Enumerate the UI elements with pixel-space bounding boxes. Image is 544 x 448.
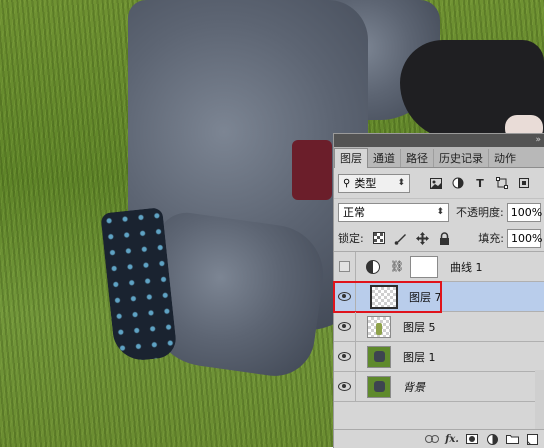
filter-kind-select[interactable]: ⚲ 类型 ⬍ — [338, 173, 410, 193]
layer-thumbnail[interactable] — [370, 284, 398, 309]
tab-history[interactable]: 历史记录 — [434, 149, 489, 167]
filter-kind-label: 类型 — [354, 177, 377, 190]
text-filter-icon[interactable]: T — [472, 175, 488, 191]
panel-tabs: 图层 通道 路径 历史记录 动作 — [334, 147, 544, 168]
image-filter-icon[interactable] — [428, 175, 444, 191]
lock-image-pixels-icon[interactable] — [394, 231, 408, 245]
fill-value: 100% — [511, 231, 543, 245]
lock-row: 锁定: 填充: 100% — [334, 225, 544, 252]
layers-panel: » 图层 通道 路径 历史记录 动作 ⚲ 类型 ⬍ T 正常 ⬍ 不透明度: 1… — [333, 133, 544, 448]
lock-transparent-pixels-icon[interactable] — [372, 231, 386, 245]
search-icon: ⚲ — [343, 177, 351, 189]
opacity-label: 不透明度: — [456, 206, 504, 219]
layer-name: 图层 1 — [403, 350, 436, 364]
layers-list: ⛓ 曲线 1 图层 7 图层 5 图层 1 背景 — [333, 252, 544, 402]
lock-label: 锁定: — [338, 232, 364, 245]
tab-layers[interactable]: 图层 — [334, 148, 368, 168]
visibility-toggle[interactable] — [334, 342, 356, 371]
blend-row: 正常 ⬍ 不透明度: 100% — [334, 199, 544, 225]
layer-name: 曲线 1 — [449, 260, 483, 274]
layer-name: 背景 — [403, 380, 425, 394]
layer-row-layer-7[interactable]: 图层 7 — [333, 281, 544, 313]
tab-channels[interactable]: 通道 — [368, 149, 401, 167]
lock-all-icon[interactable] — [438, 231, 452, 245]
visibility-toggle[interactable] — [334, 282, 356, 311]
new-group-icon[interactable] — [505, 433, 519, 445]
visibility-toggle[interactable] — [334, 372, 356, 401]
smart-object-filter-icon[interactable] — [516, 175, 532, 191]
visibility-toggle[interactable] — [334, 312, 356, 341]
layer-name: 图层 5 — [403, 320, 436, 334]
eye-icon — [338, 352, 351, 361]
new-layer-icon[interactable] — [525, 433, 539, 445]
layer-row-curves[interactable]: ⛓ 曲线 1 — [334, 252, 544, 282]
panel-titlebar[interactable]: » — [334, 134, 544, 147]
layer-thumbnail[interactable] — [367, 345, 391, 368]
eye-icon — [338, 292, 351, 301]
red-fabric — [292, 140, 332, 200]
link-layers-icon[interactable] — [425, 433, 439, 445]
panel-bottom-toolbar: fx. — [334, 429, 544, 448]
opacity-input[interactable]: 100% — [506, 202, 543, 222]
chevron-updown-icon: ⬍ — [436, 207, 444, 217]
layer-name: 图层 7 — [409, 290, 442, 304]
visibility-toggle[interactable] — [334, 252, 356, 281]
layer-row-layer-5[interactable]: 图层 5 — [334, 312, 544, 342]
shape-filter-icon[interactable] — [494, 175, 510, 191]
add-mask-icon[interactable] — [465, 433, 479, 445]
adjustment-filter-icon[interactable] — [450, 175, 466, 191]
eye-icon — [338, 382, 351, 391]
opacity-value: 100% — [510, 205, 543, 219]
curves-adjustment-icon — [366, 259, 380, 274]
hidden-visibility-box — [339, 261, 350, 272]
fill-label: 填充: — [478, 232, 504, 245]
chevron-updown-icon: ⬍ — [397, 178, 405, 188]
eye-icon — [338, 322, 351, 331]
new-adjustment-icon[interactable] — [485, 433, 499, 445]
filter-row: ⚲ 类型 ⬍ T — [334, 168, 544, 199]
lock-position-icon[interactable] — [416, 231, 430, 245]
layer-row-layer-1[interactable]: 图层 1 — [334, 342, 544, 372]
layer-thumbnail[interactable] — [367, 375, 391, 398]
tab-paths[interactable]: 路径 — [401, 149, 434, 167]
blend-mode-value: 正常 — [343, 206, 365, 219]
chain-link-icon[interactable]: ⛓ — [390, 260, 404, 273]
fx-icon[interactable]: fx. — [445, 433, 459, 445]
fill-input[interactable]: 100% — [507, 228, 543, 248]
layer-thumbnail[interactable] — [367, 315, 391, 338]
tab-actions[interactable]: 动作 — [489, 149, 521, 167]
layer-row-background[interactable]: 背景 — [334, 372, 544, 402]
layer-mask-thumbnail[interactable] — [409, 255, 438, 278]
collapse-icon[interactable]: » — [535, 135, 541, 146]
blend-mode-select[interactable]: 正常 ⬍ — [338, 202, 449, 222]
